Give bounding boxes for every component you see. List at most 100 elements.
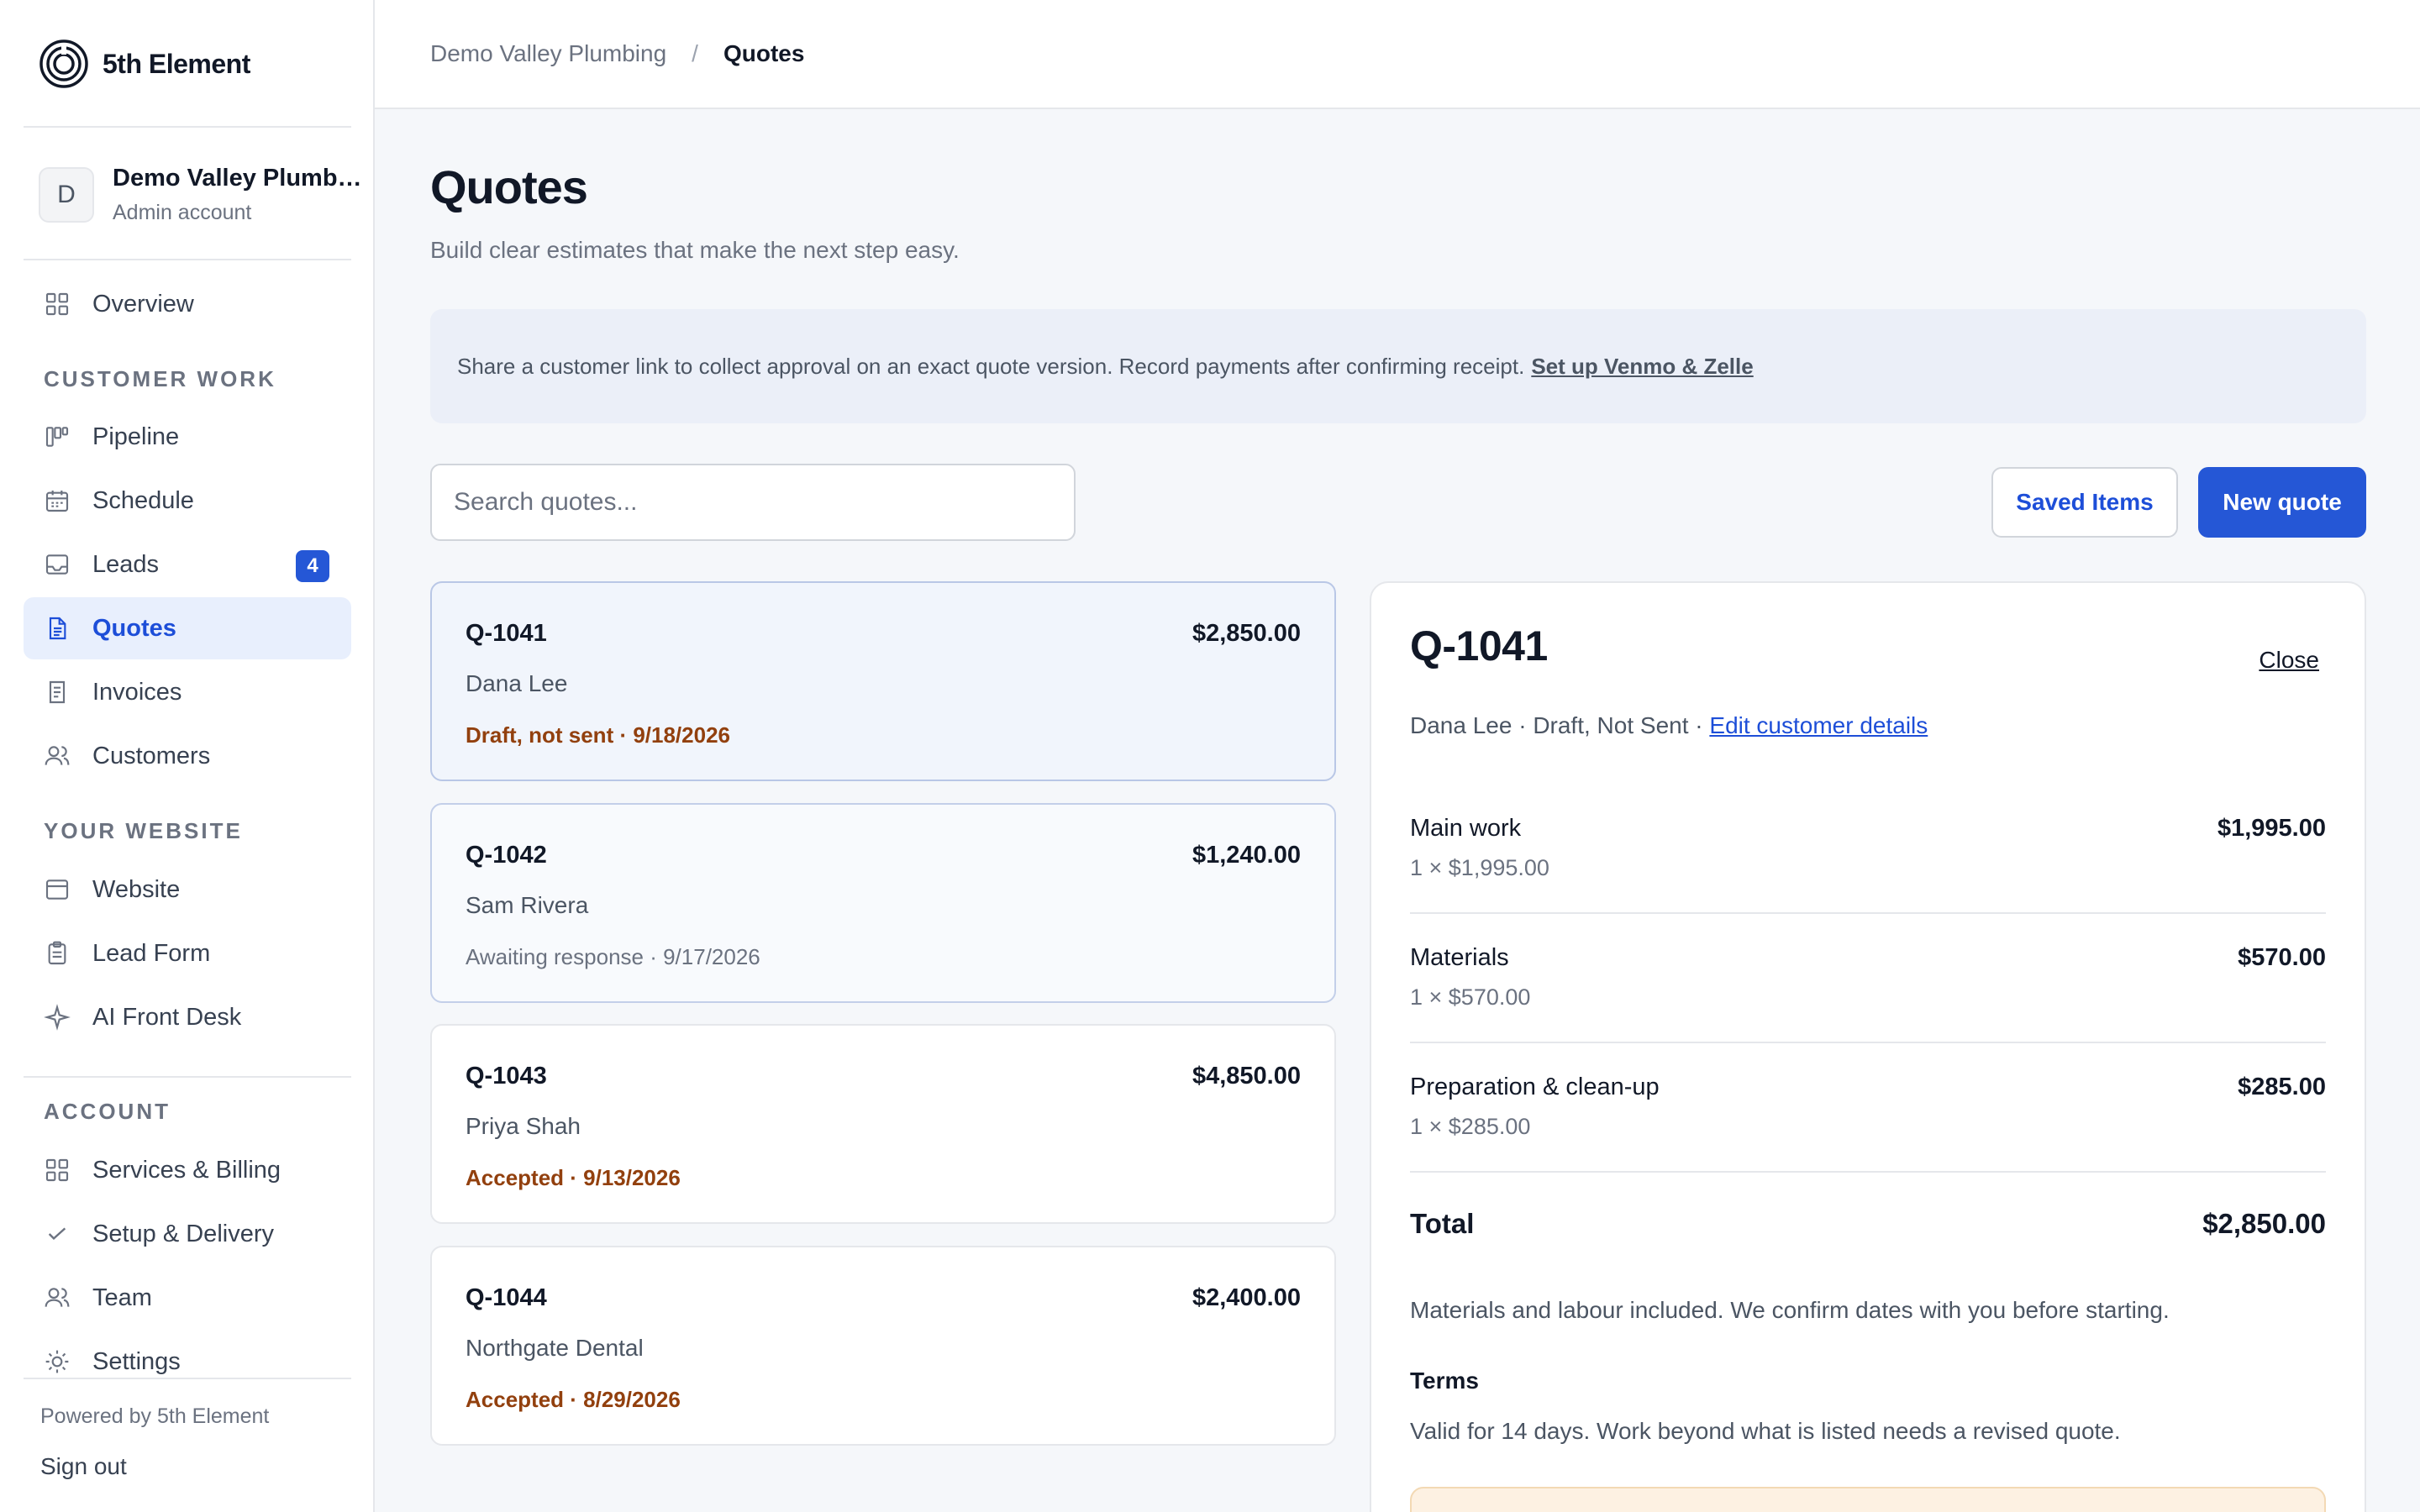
new-quote-button[interactable]: New quote: [2198, 467, 2366, 538]
sun-gear-icon: [44, 1348, 71, 1375]
quote-id: Q-1043: [466, 1063, 547, 1089]
line-item-amount: $1,995.00: [2217, 815, 2326, 842]
clipboard-icon: [44, 940, 71, 967]
sidebar-item-customers[interactable]: Customers: [24, 725, 351, 787]
sidebar-item-schedule[interactable]: Schedule: [24, 470, 351, 532]
section-title-your-website: YOUR WEBSITE: [44, 818, 243, 843]
line-item-qty: 1 × $570.00: [1410, 984, 1531, 1010]
quote-status: Awaiting response · 9/17/2026: [466, 944, 760, 969]
quote-id: Q-1042: [466, 842, 547, 869]
sidebar-item-setup-delivery[interactable]: Setup & Delivery: [24, 1203, 351, 1265]
sidebar-item-label: Settings: [92, 1347, 181, 1375]
sidebar-item-label: Website: [92, 875, 181, 903]
quote-customer: Sam Rivera: [466, 892, 589, 918]
sidebar-item-label: Schedule: [92, 486, 194, 514]
line-item: Materials 1 × $570.00 $570.00: [1410, 914, 2326, 1043]
sidebar-item-overview[interactable]: Overview: [24, 273, 351, 335]
detail-meta-text: Dana Lee · Draft, Not Sent ·: [1410, 712, 1703, 738]
quote-id: Q-1041: [466, 620, 547, 647]
account-switcher[interactable]: D Demo Valley Plumbing Admin account: [39, 165, 365, 225]
sidebar-item-team[interactable]: Team: [24, 1267, 351, 1329]
divider: [24, 259, 351, 260]
breadcrumb-current: Quotes: [723, 40, 805, 66]
sidebar-item-leads[interactable]: Leads 4: [24, 533, 351, 596]
line-item-qty: 1 × $285.00: [1410, 1114, 1531, 1139]
brand-name: 5th Element: [103, 48, 250, 79]
sparkle-icon: [44, 1004, 71, 1031]
account-role: Admin account: [113, 201, 252, 224]
check-icon: [44, 1221, 71, 1247]
divider: [24, 1076, 351, 1078]
quote-customer: Priya Shah: [466, 1113, 581, 1139]
line-item-name: Main work: [1410, 815, 1522, 842]
quote-status: Accepted · 9/13/2026: [466, 1165, 681, 1190]
grid-icon: [44, 291, 71, 318]
divider: [24, 1378, 351, 1379]
edit-customer-link[interactable]: Edit customer details: [1709, 712, 1928, 738]
kanban-icon: [44, 423, 71, 450]
sidebar-item-settings[interactable]: Settings: [24, 1331, 351, 1393]
sign-out-link[interactable]: Sign out: [40, 1453, 127, 1480]
quote-amount: $2,400.00: [1192, 1284, 1301, 1311]
close-button[interactable]: Close: [2259, 647, 2319, 674]
logo-mark-icon: [39, 39, 88, 88]
setup-payments-link[interactable]: Set up Venmo & Zelle: [1531, 354, 1753, 380]
line-item-name: Materials: [1410, 944, 1509, 971]
quote-amount: $4,850.00: [1192, 1063, 1301, 1089]
sidebar-item-lead-form[interactable]: Lead Form: [24, 922, 351, 984]
sidebar-item-label: Services & Billing: [92, 1156, 281, 1184]
total-amount: $2,850.00: [2202, 1208, 2326, 1239]
terms-text: Valid for 14 days. Work beyond what is l…: [1410, 1418, 2121, 1444]
info-banner: Share a customer link to collect approva…: [430, 309, 2366, 423]
brand-logo[interactable]: 5th Element: [39, 39, 250, 89]
sidebar-item-services-billing[interactable]: Services & Billing: [24, 1139, 351, 1201]
sidebar-item-label: Overview: [92, 290, 194, 318]
saved-items-button[interactable]: Saved Items: [1991, 467, 2178, 538]
quote-detail-panel: Q-1041 Close Dana Lee · Draft, Not Sent …: [1370, 581, 2366, 1512]
line-item: Main work 1 × $1,995.00 $1,995.00: [1410, 785, 2326, 914]
grid-icon: [44, 1157, 71, 1184]
account-name: Demo Valley Plumbing: [113, 165, 365, 192]
sidebar-item-label: Invoices: [92, 678, 182, 706]
sidebar-item-label: AI Front Desk: [92, 1003, 242, 1031]
sidebar-item-label: Pipeline: [92, 423, 180, 450]
sidebar-item-label: Setup & Delivery: [92, 1220, 274, 1247]
sidebar-item-label: Leads: [92, 550, 160, 578]
banner-text: Share a customer link to collect approva…: [457, 353, 1525, 379]
receipt-icon: [44, 679, 71, 706]
search-input[interactable]: [430, 464, 1076, 541]
browser-icon: [44, 876, 71, 903]
page-title: Quotes: [430, 160, 588, 213]
sidebar-item-quotes[interactable]: Quotes: [24, 597, 351, 659]
leads-count-badge: 4: [296, 550, 329, 582]
quote-card[interactable]: Q-1044 $2,400.00 Northgate Dental Accept…: [430, 1246, 1336, 1446]
quote-amount: $2,850.00: [1192, 620, 1301, 647]
quote-card[interactable]: Q-1042 $1,240.00 Sam Rivera Awaiting res…: [430, 803, 1336, 1003]
quote-status: Accepted · 8/29/2026: [466, 1387, 681, 1412]
sidebar-item-ai-front-desk[interactable]: AI Front Desk: [24, 986, 351, 1048]
users-icon: [44, 1284, 71, 1311]
avatar: D: [39, 167, 94, 223]
quote-id: Q-1044: [466, 1284, 547, 1311]
detail-meta: Dana Lee · Draft, Not Sent · Edit custom…: [1410, 712, 1928, 739]
quote-customer: Dana Lee: [466, 670, 568, 696]
quote-card[interactable]: Q-1043 $4,850.00 Priya Shah Accepted · 9…: [430, 1024, 1336, 1224]
notice-box: [1410, 1487, 2326, 1512]
quote-note: Materials and labour included. We confir…: [1410, 1297, 2170, 1323]
breadcrumb-parent[interactable]: Demo Valley Plumbing: [430, 40, 666, 67]
line-item-qty: 1 × $1,995.00: [1410, 855, 1549, 880]
quote-card[interactable]: Q-1041 $2,850.00 Dana Lee Draft, not sen…: [430, 581, 1336, 781]
breadcrumb: Demo Valley Plumbing / Quotes: [430, 40, 804, 67]
terms-heading: Terms: [1410, 1368, 1479, 1394]
sidebar-item-invoices[interactable]: Invoices: [24, 661, 351, 723]
sidebar-item-pipeline[interactable]: Pipeline: [24, 406, 351, 468]
sidebar-item-website[interactable]: Website: [24, 858, 351, 921]
top-bar: Demo Valley Plumbing / Quotes: [375, 0, 2420, 109]
users-icon: [44, 743, 71, 769]
sidebar-item-label: Quotes: [92, 614, 176, 642]
line-item-amount: $285.00: [2238, 1074, 2326, 1100]
divider: [24, 126, 351, 128]
quote-customer: Northgate Dental: [466, 1335, 644, 1361]
page-subtitle: Build clear estimates that make the next…: [430, 237, 960, 263]
section-title-customer-work: CUSTOMER WORK: [44, 366, 276, 391]
